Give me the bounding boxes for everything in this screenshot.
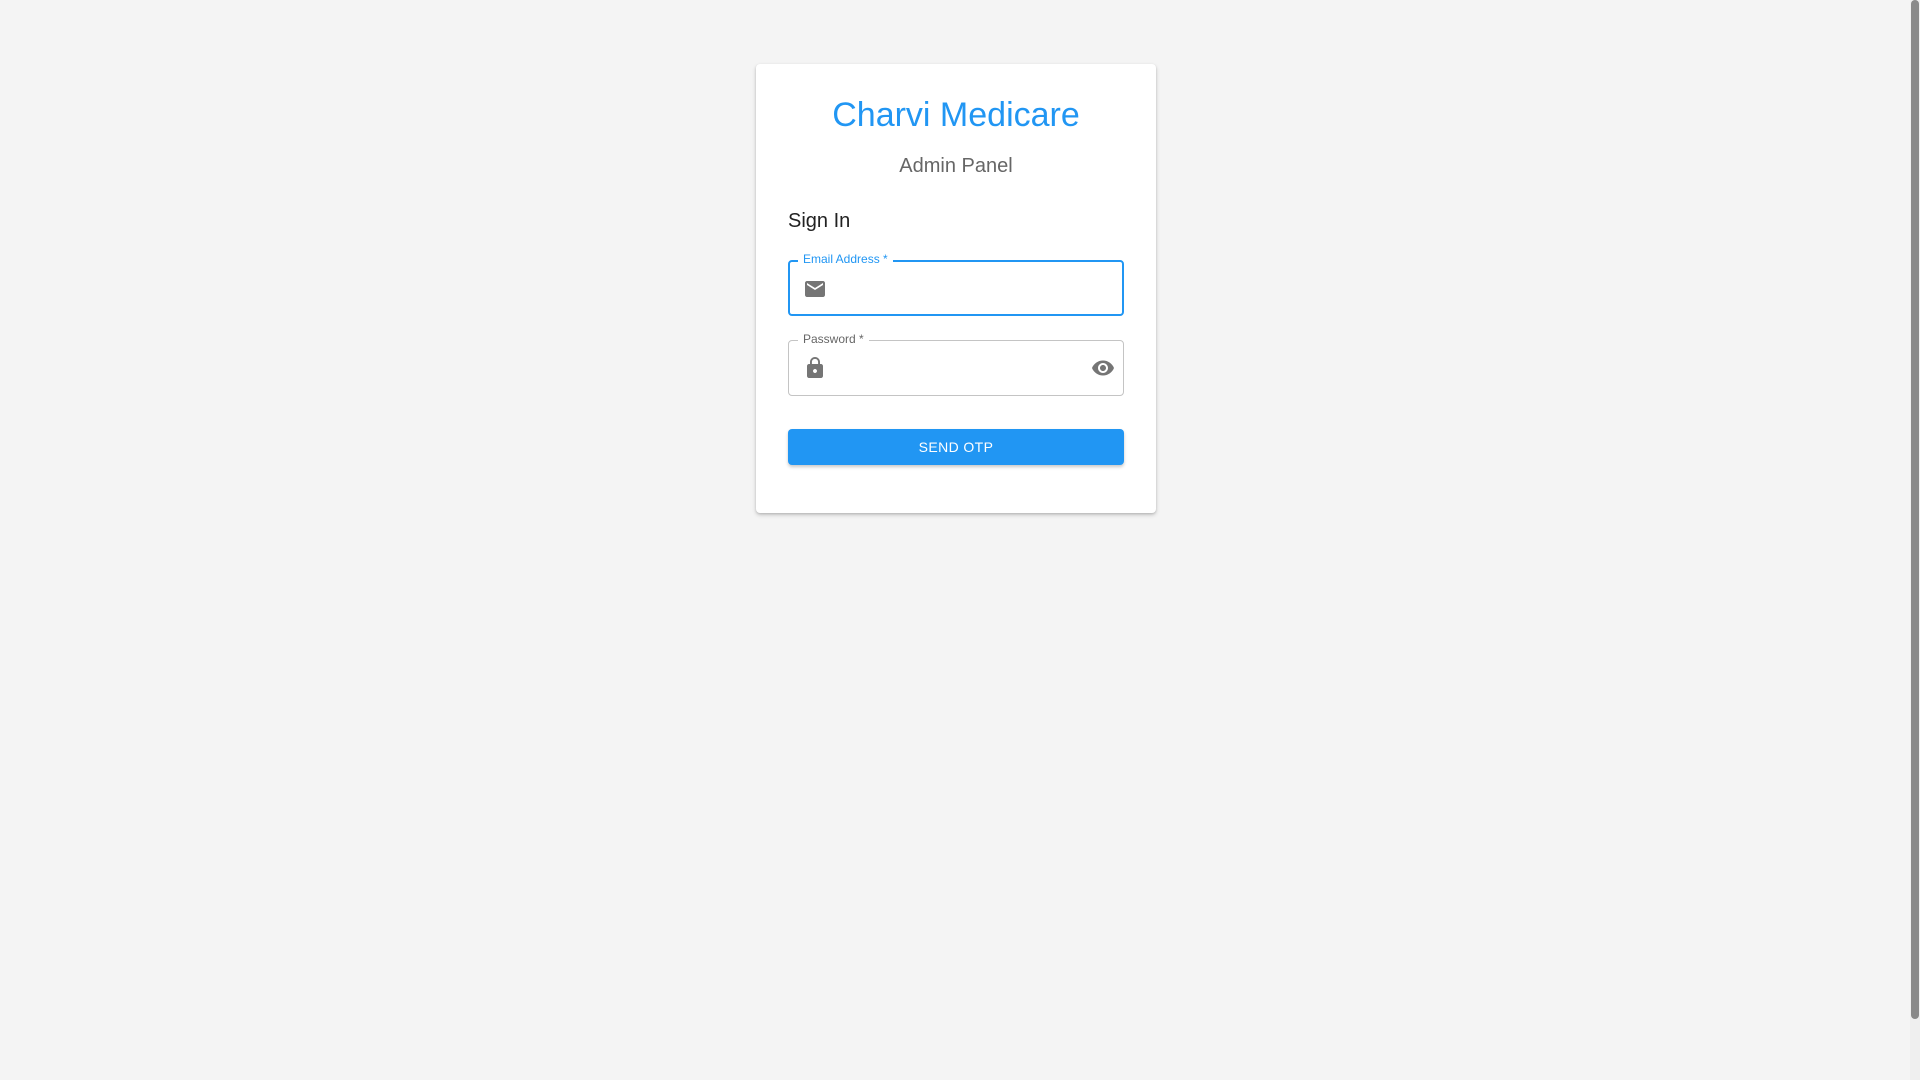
show-password-eye-icon[interactable] <box>1091 356 1115 380</box>
lock-icon <box>803 356 827 380</box>
panel-subtitle: Admin Panel <box>899 155 1013 177</box>
email-field[interactable]: Email Address * <box>788 252 1124 316</box>
password-field-label: Password * <box>798 332 869 346</box>
login-card: Charvi Medicare Admin Panel Sign In Emai… <box>756 64 1156 513</box>
password-input[interactable] <box>839 349 1063 387</box>
email-field-label: Email Address * <box>798 252 893 266</box>
vertical-scrollbar[interactable] <box>1910 0 1920 1080</box>
send-otp-button[interactable]: SEND OTP <box>788 429 1124 465</box>
mail-icon <box>803 277 827 301</box>
scrollbar-thumb[interactable] <box>1911 0 1919 1019</box>
email-input[interactable] <box>840 270 1064 308</box>
sign-in-heading: Sign In <box>788 210 851 232</box>
brand-title: Charvi Medicare <box>832 96 1080 134</box>
page-background: Charvi Medicare Admin Panel Sign In Emai… <box>0 0 1910 1080</box>
password-field[interactable]: Password * <box>788 332 1124 396</box>
